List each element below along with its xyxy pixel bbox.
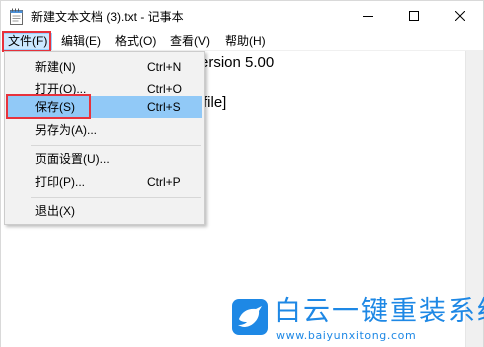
minimize-icon xyxy=(363,16,373,17)
menu-item-shortcut: Ctrl+N xyxy=(147,60,182,74)
menu-item-label: 新建(N) xyxy=(35,60,76,74)
menu-bar: 文件(F) 编辑(E) 格式(O) 查看(V) 帮助(H) xyxy=(1,31,483,51)
menu-item-page-setup[interactable]: 页面设置(U)... xyxy=(7,148,202,170)
notepad-icon xyxy=(10,8,23,25)
editor-line-2: file] xyxy=(203,94,227,111)
menu-item-label: 页面设置(U)... xyxy=(35,152,110,166)
menu-item-label: 退出(X) xyxy=(35,204,75,218)
bird-logo-icon xyxy=(232,299,268,335)
watermark: 白云一键重装系统 www.baiyunxitong.com xyxy=(232,296,484,343)
maximize-button[interactable] xyxy=(391,1,437,31)
editor-line-1: ersion 5.00 xyxy=(200,54,275,71)
watermark-url: www.baiyunxitong.com xyxy=(276,329,417,342)
menu-item-shortcut: Ctrl+S xyxy=(147,100,181,114)
menu-item-print[interactable]: 打印(P)... Ctrl+P xyxy=(7,171,202,193)
menu-item-new[interactable]: 新建(N) Ctrl+N xyxy=(7,56,202,78)
minimize-button[interactable] xyxy=(345,1,391,31)
close-button[interactable] xyxy=(437,1,483,31)
file-dropdown-menu: 新建(N) Ctrl+N 打开(O)... Ctrl+O 保存(S) Ctrl+… xyxy=(4,51,205,225)
menu-separator xyxy=(31,145,201,146)
menu-item-save-as[interactable]: 另存为(A)... xyxy=(7,119,202,141)
menu-separator xyxy=(31,197,201,198)
menu-item-shortcut: Ctrl+P xyxy=(147,175,181,189)
menu-view[interactable]: 查看(V) xyxy=(166,33,214,50)
menu-format[interactable]: 格式(O) xyxy=(111,33,160,50)
title-bar[interactable]: 新建文本文档 (3).txt - 记事本 xyxy=(1,1,483,31)
menu-edit[interactable]: 编辑(E) xyxy=(57,33,105,50)
maximize-icon xyxy=(409,11,419,21)
menu-help[interactable]: 帮助(H) xyxy=(221,33,270,50)
watermark-title: 白云一键重装系统 xyxy=(274,296,484,327)
window-title: 新建文本文档 (3).txt - 记事本 xyxy=(31,10,184,24)
menu-item-label: 打印(P)... xyxy=(35,175,85,189)
menu-item-label: 另存为(A)... xyxy=(35,123,97,137)
close-icon xyxy=(455,11,465,21)
file-menu-highlight-box xyxy=(2,31,51,52)
save-item-highlight-box xyxy=(6,94,91,119)
menu-item-exit[interactable]: 退出(X) xyxy=(7,200,202,222)
